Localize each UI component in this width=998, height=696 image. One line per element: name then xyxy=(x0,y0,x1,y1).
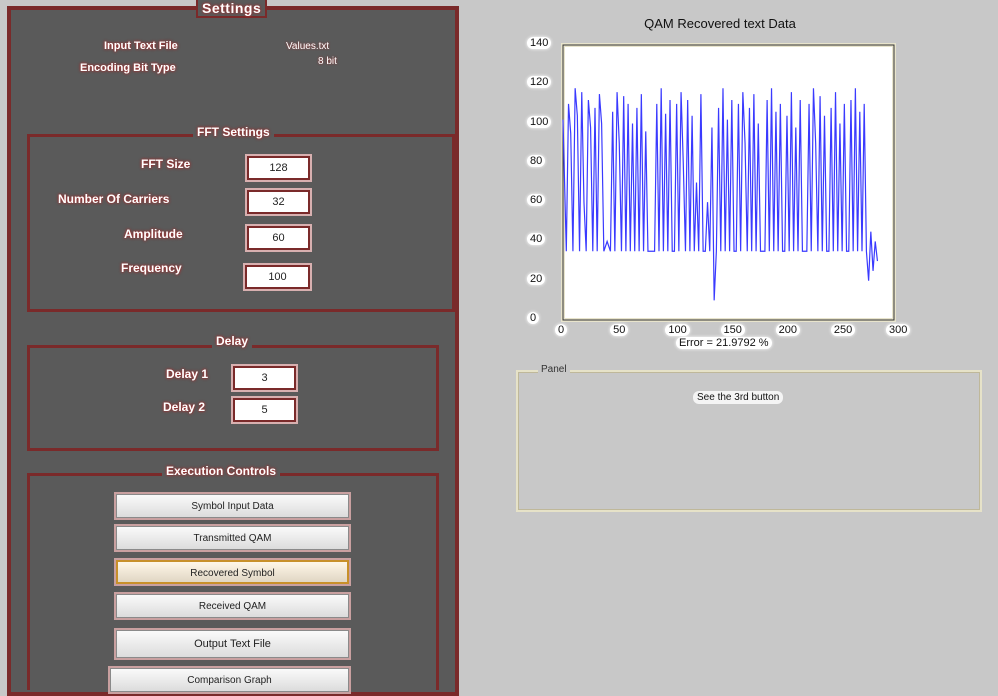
settings-title: Settings xyxy=(196,0,268,18)
number-of-carriers-label: Number Of Carriers xyxy=(58,192,170,206)
plot-title: QAM Recovered text Data xyxy=(644,16,796,31)
encoding-bit-type-label: Encoding Bit Type xyxy=(80,62,176,74)
delay-2-input[interactable] xyxy=(233,398,296,422)
encoding-bit-type-value: 8 bit xyxy=(318,56,337,67)
series-line-0 xyxy=(562,88,879,301)
amplitude-label: Amplitude xyxy=(124,227,183,241)
fft-size-input[interactable] xyxy=(247,156,310,180)
input-text-file-label: Input Text File xyxy=(104,40,178,52)
y-tick-label: 80 xyxy=(527,154,546,167)
y-tick-label: 20 xyxy=(527,272,546,285)
y-tick-label: 40 xyxy=(527,233,546,246)
info-panel-title: Panel xyxy=(538,364,570,375)
x-tick-label: 150 xyxy=(720,324,745,336)
fft-settings-title: FFT Settings xyxy=(193,125,274,139)
input-text-file-value: Values.txt xyxy=(286,41,330,52)
frequency-input[interactable] xyxy=(245,265,310,289)
symbol-input-data-button[interactable]: Symbol Input Data xyxy=(116,494,349,518)
delay-2-label: Delay 2 xyxy=(163,400,206,414)
x-tick-label: 50 xyxy=(610,324,629,336)
recovered-symbol-button[interactable]: Recovered Symbol xyxy=(116,560,349,584)
transmitted-qam-button[interactable]: Transmitted QAM xyxy=(116,526,349,550)
number-of-carriers-input[interactable] xyxy=(247,190,310,214)
plot-axes-background xyxy=(561,43,896,322)
fft-settings-group xyxy=(27,134,455,312)
x-tick-label: 250 xyxy=(830,324,856,336)
plot-axes-frame xyxy=(562,44,895,321)
fft-size-label: FFT Size xyxy=(141,157,191,171)
y-tick-label: 140 xyxy=(527,37,552,49)
received-qam-button[interactable]: Received QAM xyxy=(116,594,349,618)
y-tick-label: 100 xyxy=(527,115,552,128)
delay-1-label: Delay 1 xyxy=(166,367,209,381)
x-axis-label: Error = 21.9792 % xyxy=(676,337,772,349)
execution-controls-title: Execution Controls xyxy=(162,464,281,478)
delay-1-input[interactable] xyxy=(233,366,296,390)
x-tick-label: 200 xyxy=(775,324,801,336)
delay-title: Delay xyxy=(212,334,253,348)
frequency-label: Frequency xyxy=(121,261,182,275)
x-tick-label: 100 xyxy=(665,324,690,336)
x-tick-label: 300 xyxy=(886,324,911,336)
y-tick-label: 60 xyxy=(527,194,546,207)
comparison-graph-button[interactable]: Comparison Graph xyxy=(110,668,349,692)
output-text-file-button[interactable]: Output Text File xyxy=(116,630,349,658)
x-tick-label: 0 xyxy=(555,324,568,336)
y-tick-label: 0 xyxy=(527,312,540,324)
info-panel-message: See the 3rd button xyxy=(693,391,784,404)
y-tick-label: 120 xyxy=(527,76,552,89)
amplitude-input[interactable] xyxy=(247,226,310,250)
